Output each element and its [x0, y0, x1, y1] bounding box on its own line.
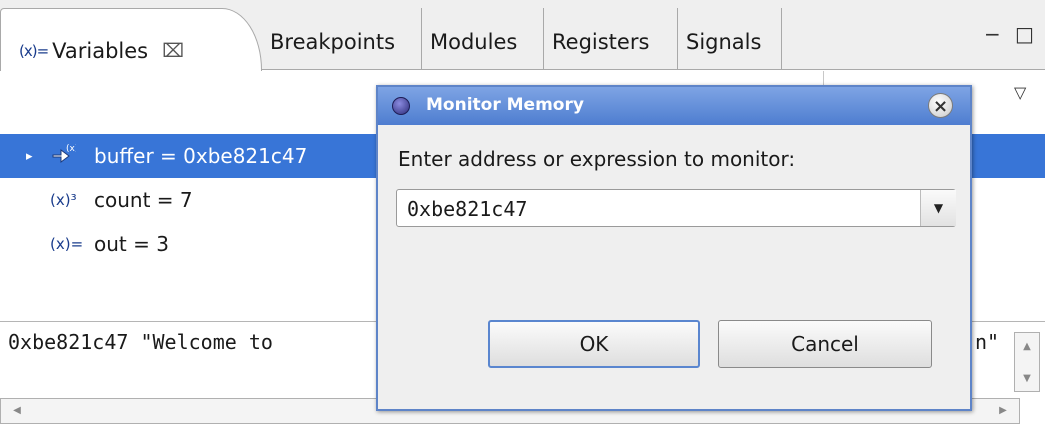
pointer-variable-icon: (x)	[50, 143, 78, 169]
address-prompt: Enter address or expression to monitor:	[398, 147, 796, 171]
variable-icon: (x)=	[50, 235, 84, 253]
detail-value-text-end: n"	[975, 330, 1000, 354]
vertical-scrollbar[interactable]: ▲ ▼	[1014, 332, 1040, 392]
cancel-button[interactable]: Cancel	[718, 320, 932, 368]
tab-signals[interactable]: Signals	[678, 8, 782, 70]
dialog-titlebar[interactable]: Monitor Memory ×	[378, 87, 970, 125]
variables-icon: (x)=	[19, 42, 49, 60]
eclipse-logo-icon	[392, 97, 410, 115]
maximize-icon[interactable]: □	[1015, 22, 1034, 46]
variable-buffer: buffer = 0xbe821c47	[94, 144, 308, 168]
dialog-title: Monitor Memory	[426, 95, 584, 115]
minimize-icon[interactable]: −	[984, 22, 1001, 46]
scroll-right-icon[interactable]: ▶	[991, 399, 1015, 423]
close-tab-icon[interactable]: ⌧	[162, 40, 184, 62]
detail-value-text: 0xbe821c47 "Welcome to	[8, 330, 273, 354]
tab-breakpoints[interactable]: Breakpoints	[262, 8, 422, 70]
ok-button[interactable]: OK	[488, 320, 700, 368]
tab-modules[interactable]: Modules	[422, 8, 544, 70]
scroll-down-icon[interactable]: ▼	[1015, 369, 1039, 389]
tab-variables[interactable]: (x)= Variables ⌧	[0, 8, 262, 71]
tab-variables-label-group: (x)= Variables ⌧	[19, 39, 184, 63]
svg-text:(x): (x)	[66, 144, 76, 154]
close-dialog-icon[interactable]: ×	[928, 93, 953, 118]
address-input[interactable]: 0xbe821c47	[407, 197, 527, 221]
local-variable-icon: (x)³	[50, 191, 77, 209]
view-tab-bar: (x)= Variables ⌧ Breakpoints Modules Reg…	[0, 0, 1045, 71]
dropdown-arrow-icon[interactable]: ▼	[920, 190, 956, 226]
tab-variables-label: Variables	[52, 39, 149, 63]
expand-icon[interactable]: ▸	[26, 149, 33, 164]
tab-registers[interactable]: Registers	[544, 8, 678, 70]
scroll-left-icon[interactable]: ◀	[5, 399, 29, 423]
variable-count: count = 7	[94, 188, 193, 212]
address-combo[interactable]: 0xbe821c47 ▼	[396, 189, 956, 227]
view-menu-icon[interactable]: ▽	[1014, 83, 1026, 102]
monitor-memory-dialog: Monitor Memory × Enter address or expres…	[376, 85, 972, 411]
scroll-up-icon[interactable]: ▲	[1015, 337, 1039, 357]
variable-out: out = 3	[94, 232, 169, 256]
